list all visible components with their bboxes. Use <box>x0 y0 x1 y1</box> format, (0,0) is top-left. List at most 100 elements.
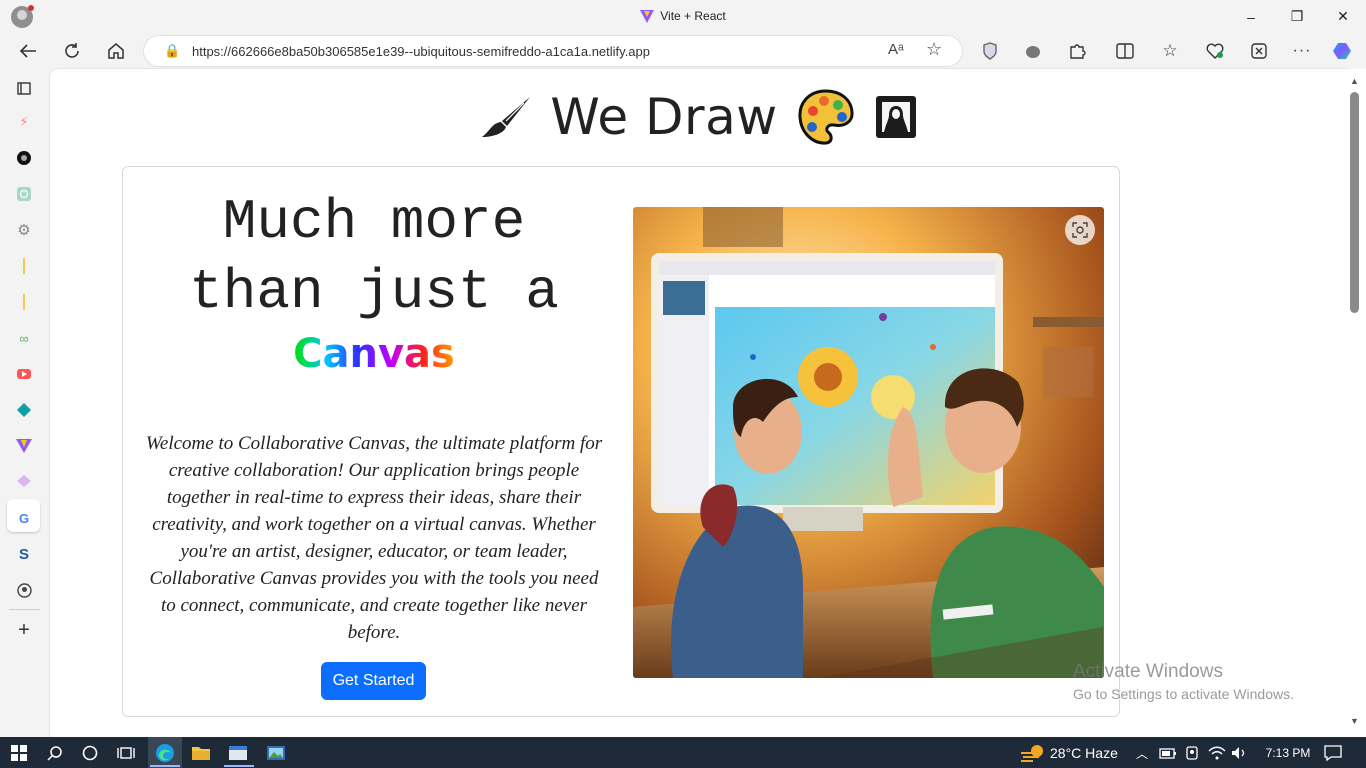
task-view-button[interactable] <box>115 742 137 764</box>
screenshot-button[interactable] <box>1247 40 1271 62</box>
get-started-button[interactable]: Get Started <box>321 662 426 700</box>
sidebar-item-app[interactable]: ⚡ <box>14 112 34 132</box>
scroll-up-icon[interactable]: ▲ <box>1350 76 1359 86</box>
sidebar-item-google[interactable]: G <box>14 508 34 528</box>
taskbar-edge[interactable] <box>154 742 176 764</box>
sidebar-item-youtube[interactable] <box>14 364 34 384</box>
ai-icon <box>17 151 31 165</box>
taskbar-app-1[interactable] <box>227 742 249 764</box>
windows-icon <box>11 745 27 761</box>
headline-line-2: than just a <box>189 260 559 324</box>
sidebar-item-vite-active[interactable] <box>14 436 34 456</box>
activate-windows-subtitle: Go to Settings to activate Windows. <box>1073 686 1294 702</box>
scrollbar-thumb[interactable] <box>1350 92 1359 313</box>
collaboration-illustration <box>633 207 1104 678</box>
url-text[interactable]: https://662666e8ba50b306585e1e39--ubiqui… <box>192 44 650 59</box>
wifi-icon <box>1208 746 1226 760</box>
show-hidden-icons-button[interactable]: ︿ <box>1134 742 1150 764</box>
vite-icon <box>23 258 25 274</box>
split-screen-button[interactable] <box>1113 40 1137 62</box>
sidebar-item-github[interactable] <box>14 580 34 600</box>
visual-search-button[interactable] <box>1065 215 1095 245</box>
search-icon <box>47 746 62 761</box>
window-title-text: Vite + React <box>660 9 726 23</box>
sidebar-item-settings[interactable]: ⚙ <box>14 220 34 240</box>
read-aloud-icon[interactable]: Aᵃ <box>888 41 904 58</box>
sidebar-item-infinity[interactable]: ∞ <box>14 328 34 348</box>
start-button[interactable] <box>8 742 30 764</box>
sidebar-item-tabs[interactable] <box>14 78 34 98</box>
notification-icon <box>1324 745 1342 761</box>
home-icon <box>108 43 124 59</box>
restore-button[interactable]: ❐ <box>1274 0 1320 33</box>
paintbrush-icon <box>482 97 531 137</box>
haze-sun-icon <box>1021 745 1043 762</box>
sidebar-item-vite-2[interactable] <box>14 292 34 312</box>
network-status[interactable] <box>1157 742 1179 764</box>
search-button[interactable] <box>44 742 66 764</box>
camera-icon <box>1186 746 1198 760</box>
canvas-word: Canvas <box>143 331 605 377</box>
copilot-button[interactable] <box>1331 40 1355 62</box>
favorite-icon[interactable]: ☆ <box>926 39 942 60</box>
battery-icon <box>1159 748 1176 759</box>
scroll-down-icon[interactable]: ▼ <box>1350 716 1359 726</box>
split-screen-icon <box>1116 43 1134 59</box>
back-button[interactable] <box>16 40 40 62</box>
shield-icon <box>983 42 997 60</box>
layers-icon <box>17 475 31 487</box>
volume-status[interactable] <box>1229 742 1249 764</box>
lock-icon: 🔒 <box>164 43 181 58</box>
health-button[interactable] <box>1203 40 1227 62</box>
headline: Much more than just a <box>143 187 605 327</box>
extension-button[interactable] <box>1021 40 1045 62</box>
site-header: We Draw <box>50 85 1348 149</box>
screenshot-icon <box>1251 43 1267 59</box>
cortana-icon <box>82 745 98 761</box>
sidebar-item-diamond[interactable] <box>14 400 34 420</box>
diamond-icon <box>17 403 31 417</box>
taskbar: 28°C Haze ︿ 7:13 PM <box>0 737 1366 768</box>
close-icon: ✕ <box>1337 8 1349 24</box>
taskbar-app-2[interactable] <box>265 742 287 764</box>
hero-card: Much more than just a Canvas Welcome to … <box>122 166 1120 717</box>
sidebar-item-layers[interactable] <box>14 471 34 491</box>
more-button[interactable]: ··· <box>1290 40 1314 62</box>
vite-icon <box>16 439 32 453</box>
wifi-status[interactable] <box>1207 742 1227 764</box>
edge-sidebar: ⚡ ⚙ ∞ G S + <box>0 69 50 737</box>
openai-icon <box>17 187 31 201</box>
add-icon: + <box>18 618 30 641</box>
extension-icon <box>1026 46 1040 58</box>
sidebar-item-s[interactable]: S <box>14 544 34 564</box>
weather-icon[interactable] <box>1018 742 1046 764</box>
window-app-icon <box>229 746 247 760</box>
weather-text[interactable]: 28°C Haze <box>1050 742 1130 764</box>
puzzle-button[interactable] <box>1065 40 1089 62</box>
visual-search-icon <box>1072 222 1088 238</box>
address-bar[interactable]: 🔒 https://662666e8ba50b306585e1e39--ubiq… <box>144 36 962 66</box>
copilot-icon <box>1333 43 1351 59</box>
refresh-button[interactable] <box>60 40 84 62</box>
back-icon <box>19 44 36 58</box>
close-window-button[interactable]: ✕ <box>1320 0 1366 33</box>
minimize-button[interactable]: – <box>1228 0 1274 33</box>
youtube-icon <box>17 369 31 379</box>
framed-picture-icon <box>875 96 916 138</box>
task-view-icon <box>117 747 135 759</box>
site-title: We Draw <box>550 88 778 146</box>
shield-button[interactable] <box>978 40 1002 62</box>
meet-now-button[interactable] <box>1183 742 1201 764</box>
taskbar-file-explorer[interactable] <box>190 742 212 764</box>
health-icon <box>1206 43 1224 59</box>
sidebar-item-ai[interactable] <box>14 148 34 168</box>
favorites-button[interactable]: ☆ <box>1158 40 1182 62</box>
sidebar-item-vite-1[interactable] <box>14 256 34 276</box>
sidebar-add-button[interactable]: + <box>14 618 34 641</box>
cortana-button[interactable] <box>79 742 101 764</box>
app-running-indicator <box>224 765 254 767</box>
clock[interactable]: 7:13 PM <box>1258 742 1318 764</box>
sidebar-item-openai[interactable] <box>14 184 34 204</box>
notifications-button[interactable] <box>1322 742 1344 764</box>
home-button[interactable] <box>104 40 128 62</box>
